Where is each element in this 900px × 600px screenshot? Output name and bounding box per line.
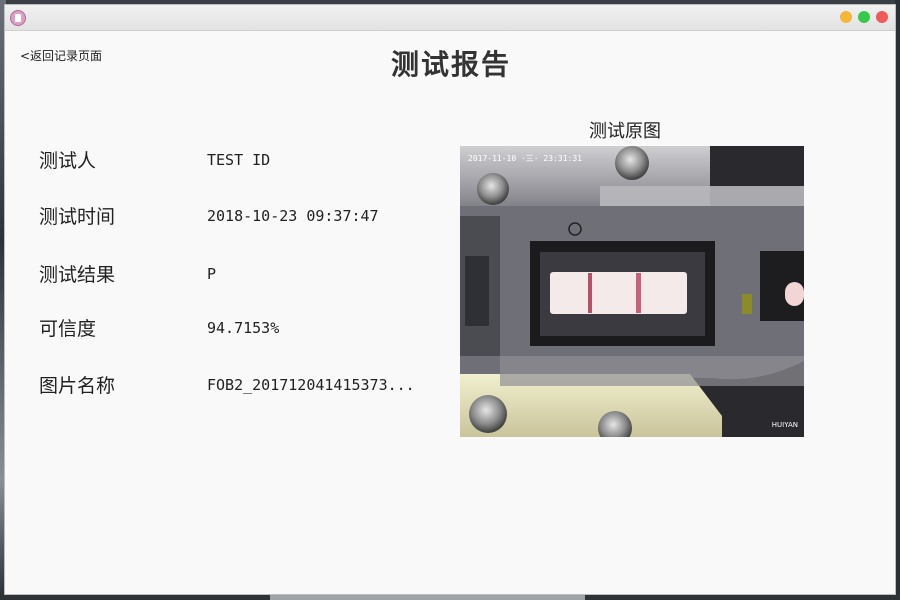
test-strip-photo-art (460, 146, 804, 437)
confidence-value: 94.7153% (207, 319, 280, 337)
image-name-label: 图片名称 (39, 375, 116, 397)
minimize-button[interactable] (840, 11, 852, 23)
close-button[interactable] (876, 11, 888, 23)
original-image-title: 测试原图 (589, 121, 661, 142)
tester-value: TEST ID (207, 151, 271, 169)
camera-timestamp: 2017-11-10 ·三· 23:31:31 (468, 154, 582, 163)
test-time-label: 测试时间 (39, 206, 116, 228)
app-logo-icon (10, 10, 26, 26)
camera-watermark: HUIYAN (771, 421, 798, 429)
title-bar (5, 5, 895, 31)
test-strip-photo: 2017-11-10 ·三· 23:31:31 HUIYAN (460, 146, 804, 437)
maximize-button[interactable] (858, 11, 870, 23)
test-result-label: 测试结果 (39, 264, 116, 286)
page-title: 测试报告 (390, 48, 511, 81)
test-time-value: 2018-10-23 09:37:47 (207, 207, 379, 225)
confidence-label: 可信度 (39, 318, 97, 340)
test-result-value: P (207, 265, 217, 283)
tester-label: 测试人 (39, 150, 97, 172)
app-window: <返回记录页面 测试报告 测试人 TEST ID 测试时间 2018-10-23… (4, 4, 896, 595)
image-name-value: FOB2_201712041415373... (207, 376, 415, 394)
